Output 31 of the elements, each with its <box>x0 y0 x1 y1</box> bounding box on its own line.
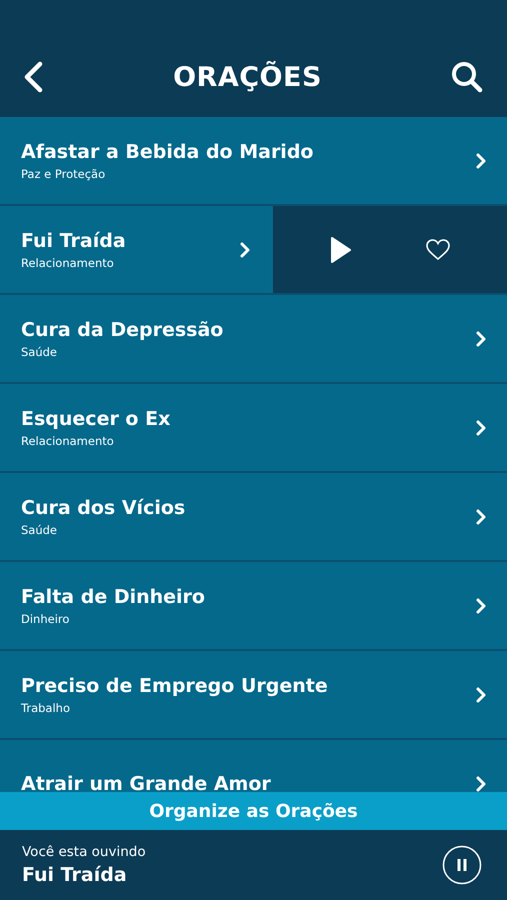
prayer-category: Paz e Proteção <box>21 166 106 180</box>
chevron-icon <box>475 330 487 348</box>
prayer-category: Dinheiro <box>21 612 70 626</box>
prayer-title: Cura da Depressão <box>21 318 224 340</box>
chevron-icon <box>475 508 487 526</box>
chevron-icon <box>475 596 487 614</box>
prayer-title: Fui Traída <box>21 230 126 252</box>
play-icon[interactable] <box>330 236 352 264</box>
prayer-category: Saúde <box>21 344 58 358</box>
chevron-icon <box>475 152 487 170</box>
search-icon[interactable] <box>450 61 483 93</box>
prayer-category: Relacionamento <box>21 434 115 448</box>
prayer-title: Cura dos Vícios <box>21 496 186 518</box>
prayer-category: Saúde <box>21 522 58 536</box>
screen-title: ORAÇÕES <box>173 62 322 93</box>
prayer-title: Afastar a Bebida do Marido <box>21 140 314 162</box>
chevron-icon <box>475 418 487 436</box>
now-playing-label: Você esta ouvindo <box>22 844 146 860</box>
chevron-icon <box>475 774 487 792</box>
prayer-title: Esquecer o Ex <box>21 408 170 430</box>
prayer-category: Relacionamento <box>21 256 115 270</box>
pause-icon[interactable] <box>442 845 482 885</box>
prayer-title: Falta de Dinheiro <box>21 586 205 608</box>
back-icon[interactable] <box>22 61 44 93</box>
track-title: Fui Traída <box>22 864 128 886</box>
chevron-icon <box>475 686 487 704</box>
chevron-icon <box>239 240 251 258</box>
prayer-title: Atrair um Grande Amor <box>21 772 271 792</box>
heart-icon[interactable] <box>424 238 450 262</box>
prayer-title: Preciso de Emprego Urgente <box>21 674 328 696</box>
prayer-category: Trabalho <box>21 700 71 714</box>
